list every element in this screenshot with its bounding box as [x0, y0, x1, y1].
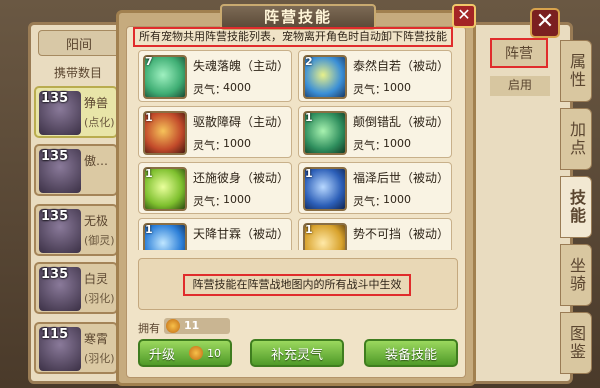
aura-value: 1000: [383, 137, 411, 150]
equip-skill-button[interactable]: 装备技能: [364, 339, 458, 367]
skill-count: 7: [145, 55, 153, 68]
aura-value: 1000: [383, 81, 411, 94]
pet-level: 115: [41, 327, 69, 342]
owned-value: 11: [184, 319, 200, 332]
upgrade-cost: 10: [207, 346, 221, 360]
skill-name: 还施彼身（被动）: [193, 171, 290, 185]
skill-name: 驱散障碍（主动）: [193, 115, 290, 129]
pet-card[interactable]: 135 傲…: [34, 144, 118, 196]
aura-value: 1000: [223, 249, 251, 250]
skill-card[interactable]: 7 失魂落魄（主动） 灵气： 4000: [138, 50, 292, 102]
aura-value: 1000: [223, 137, 251, 150]
tab-points[interactable]: 加点: [560, 108, 592, 170]
skill-card[interactable]: 1 驱散障碍（主动） 灵气： 1000: [138, 106, 292, 158]
pet-level: 135: [41, 209, 69, 224]
skill-card[interactable]: 1 天降甘霖（被动） 灵气： 1000: [138, 218, 292, 250]
aura-value: 4000: [223, 81, 251, 94]
enable-column-header: 启用: [490, 76, 550, 96]
skill-card[interactable]: 2 泰然自若（被动） 灵气： 1000: [298, 50, 452, 102]
aura-label: 灵气：: [193, 195, 226, 208]
skill-card[interactable]: 1 颠倒错乱（被动） 灵气： 1000: [298, 106, 452, 158]
aura-label: 灵气：: [353, 195, 386, 208]
upgrade-label: 升级: [148, 347, 175, 363]
pet-status: (点化): [84, 116, 115, 129]
skill-count: 1: [145, 167, 153, 180]
tab-codex[interactable]: 图鉴: [560, 312, 592, 374]
pet-name: 傲…: [84, 154, 109, 168]
coin-icon: [166, 319, 180, 333]
pet-name: 寒霄: [84, 332, 109, 346]
pet-level: 135: [41, 149, 69, 164]
aura-value: 1000: [223, 193, 251, 206]
skill-count: 1: [305, 167, 313, 180]
faction-button[interactable]: 阵营: [490, 38, 548, 68]
pet-status: (羽化): [84, 352, 115, 365]
skill-count: 1: [305, 223, 313, 236]
tab-mount[interactable]: 坐骑: [560, 244, 592, 306]
realm-tab-label: 阳间: [66, 38, 93, 53]
pet-card[interactable]: 135 狰兽 (点化): [34, 86, 118, 138]
pet-level: 135: [41, 267, 69, 282]
aura-label: 灵气：: [193, 139, 226, 152]
aura-label: 灵气：: [353, 139, 386, 152]
skill-name: 势不可挡（被动）: [353, 227, 450, 241]
skill-grid: 7 失魂落魄（主动） 灵气： 4000 2 泰然自若（被动） 灵气： 1000 …: [138, 50, 458, 250]
pet-name: 白灵: [84, 272, 109, 286]
pet-card[interactable]: 115 寒霄 (羽化): [34, 322, 118, 374]
pet-card[interactable]: 135 无极 (御灵): [34, 204, 118, 256]
upgrade-button[interactable]: 升级 10: [138, 339, 232, 367]
pet-card[interactable]: 135 白灵 (羽化): [34, 262, 118, 314]
owned-label: 拥有: [138, 322, 160, 335]
tab-skills[interactable]: 技能: [560, 176, 592, 238]
effect-note: 阵营技能在阵营战地图内的所有战斗中生效: [183, 274, 411, 296]
dialog-close-button[interactable]: ✕: [452, 4, 476, 28]
aura-label: 灵气：: [353, 83, 386, 96]
aura-label: 灵气：: [193, 83, 226, 96]
tab-attributes[interactable]: 属性: [560, 40, 592, 102]
pet-name: 狰兽: [84, 96, 109, 110]
skill-card[interactable]: 1 势不可挡（被动） 灵气： 1000: [298, 218, 452, 250]
pet-name: 无极: [84, 214, 109, 228]
aura-value: 1000: [383, 249, 411, 250]
pet-level: 135: [41, 91, 69, 106]
panel-close-button[interactable]: ✕: [530, 8, 560, 38]
pet-status: (羽化): [84, 292, 115, 305]
skill-count: 1: [145, 223, 153, 236]
aura-label: 灵气：: [353, 249, 386, 250]
skill-count: 2: [305, 55, 313, 68]
skill-name: 颠倒错乱（被动）: [353, 115, 450, 129]
pet-status: (御灵): [84, 234, 115, 247]
aura-label: 灵气：: [193, 249, 226, 250]
coin-icon: [189, 346, 203, 360]
carry-count-label: 携带数目: [54, 66, 103, 80]
skill-count: 1: [305, 111, 313, 124]
skill-card[interactable]: 1 福泽后世（被动） 灵气： 1000: [298, 162, 452, 214]
replenish-aura-button[interactable]: 补充灵气: [250, 339, 344, 367]
skill-card[interactable]: 1 还施彼身（被动） 灵气： 1000: [138, 162, 292, 214]
skill-count: 1: [145, 111, 153, 124]
aura-value: 1000: [383, 193, 411, 206]
pet-list: 135 狰兽 (点化) 135 傲… 135 无极 (御灵) 135 白灵 (羽…: [34, 86, 118, 386]
skill-name: 泰然自若（被动）: [353, 59, 450, 73]
skill-name: 福泽后世（被动）: [353, 171, 450, 185]
skill-name: 天降甘霖（被动）: [193, 227, 290, 241]
skill-name: 失魂落魄（主动）: [193, 59, 290, 73]
dialog-description: 所有宠物共用阵营技能列表，宠物离开角色时自动卸下阵营技能: [133, 27, 453, 47]
